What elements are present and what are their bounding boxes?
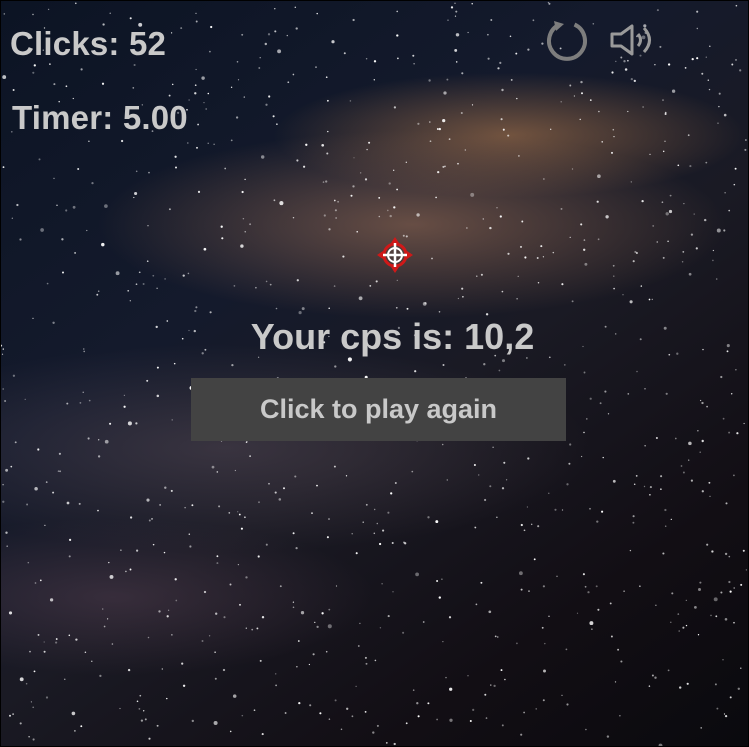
clicks-counter: Clicks: 52 — [10, 25, 167, 62]
timer-display: Timer: 5.00 — [12, 99, 188, 136]
sound-toggle-button[interactable] — [610, 23, 660, 57]
cps-result: Your cps is: 10,2 — [250, 316, 535, 357]
crosshair-icon — [377, 237, 413, 273]
game-area[interactable]: Clicks: 52 Timer: 5.00 Your cps is: 10,2… — [0, 0, 749, 747]
speaker-icon — [610, 24, 651, 56]
click-target[interactable] — [375, 235, 415, 275]
restart-icon — [547, 21, 587, 61]
play-again-button[interactable]: Click to play again — [191, 378, 566, 441]
restart-button[interactable] — [544, 18, 590, 64]
